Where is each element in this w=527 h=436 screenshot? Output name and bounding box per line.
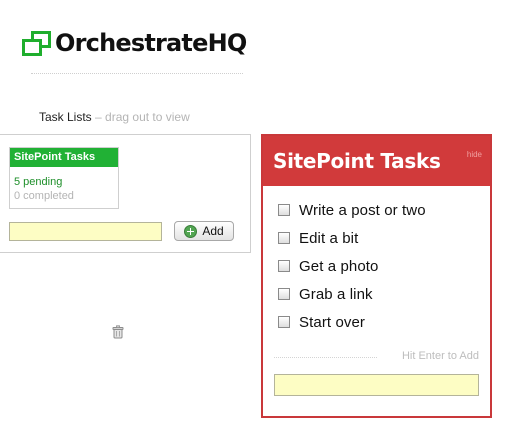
drag-hint: – drag out to view	[95, 110, 190, 124]
hide-list-link[interactable]: hide	[467, 150, 482, 159]
task-item: Start over	[278, 308, 426, 336]
task-lists-title: Task Lists	[39, 110, 92, 124]
logo-text: OrchestrateHQ	[55, 29, 247, 57]
task-label: Write a post or two	[299, 201, 426, 219]
task-checkbox[interactable]	[278, 260, 290, 272]
task-label: Start over	[299, 313, 366, 331]
task-label: Grab a link	[299, 285, 373, 303]
task-checkbox[interactable]	[278, 316, 290, 328]
list-card-pending-count: 5 pending	[14, 176, 63, 188]
list-card-sitepoint[interactable]: SitePoint Tasks 5 pending 0 completed	[9, 147, 119, 209]
enter-hint: Hit Enter to Add	[401, 350, 479, 362]
task-checkbox[interactable]	[278, 232, 290, 244]
task-label: Get a photo	[299, 257, 379, 275]
add-icon	[184, 224, 198, 238]
new-list-input[interactable]	[9, 222, 162, 241]
task-panel-header[interactable]: SitePoint Tasks hide	[263, 136, 490, 186]
task-checkbox[interactable]	[278, 204, 290, 216]
task-item: Grab a link	[278, 280, 426, 308]
list-card-completed-count: 0 completed	[14, 190, 74, 202]
logo-icon	[22, 31, 51, 56]
task-lists-heading: Task Lists – drag out to view	[39, 110, 190, 124]
logo: OrchestrateHQ	[22, 27, 247, 59]
task-list-panel: SitePoint Tasks hide Write a post or two…	[261, 134, 492, 418]
trash-icon[interactable]	[111, 325, 125, 339]
add-button-label: Add	[202, 224, 224, 238]
hint-divider	[274, 357, 377, 358]
new-task-input[interactable]	[274, 374, 479, 396]
task-panel-title: SitePoint Tasks	[273, 149, 441, 173]
task-item: Edit a bit	[278, 224, 426, 252]
task-item: Get a photo	[278, 252, 426, 280]
task-checkbox[interactable]	[278, 288, 290, 300]
task-item: Write a post or two	[278, 196, 426, 224]
list-card-title: SitePoint Tasks	[10, 148, 118, 167]
header-divider	[31, 73, 243, 74]
add-list-button[interactable]: Add	[174, 221, 234, 241]
task-list: Write a post or two Edit a bit Get a pho…	[278, 196, 426, 336]
task-label: Edit a bit	[299, 229, 359, 247]
task-lists-panel: SitePoint Tasks 5 pending 0 completed Ad…	[0, 134, 251, 253]
